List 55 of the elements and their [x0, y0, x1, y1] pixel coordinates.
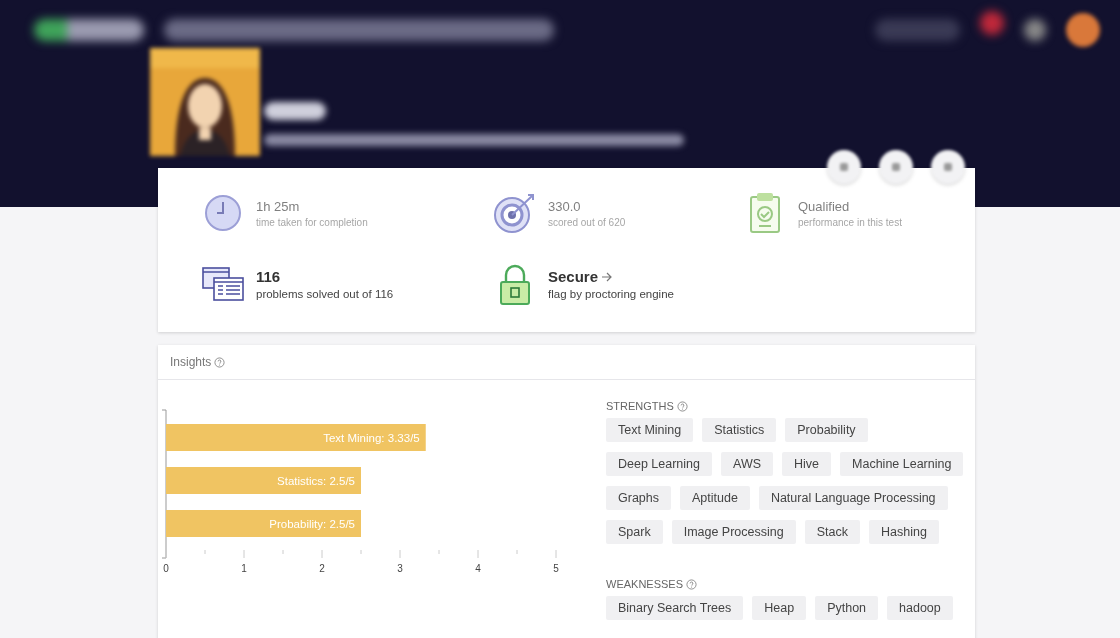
skill-tag: Stack — [804, 520, 860, 544]
help-icon[interactable] — [676, 400, 688, 412]
skill-tag: Aptitude — [680, 486, 750, 510]
stat-caption: flag by proctoring engine — [548, 288, 674, 300]
blurred-avatar — [1066, 13, 1100, 47]
round-button[interactable] — [879, 150, 913, 184]
skill-tag: Heap — [752, 596, 807, 620]
skill-tag: Deep Learning — [606, 452, 712, 476]
skill-tag: Image Processing — [671, 520, 796, 544]
blurred-badge — [980, 11, 1004, 35]
skill-tag: Statistics — [702, 418, 777, 442]
skill-tag: hadoop — [887, 596, 953, 620]
skill-tag: Python — [815, 596, 879, 620]
skill-tag: AWS — [721, 452, 774, 476]
help-icon[interactable] — [686, 578, 698, 590]
stat-caption: performance in this test — [798, 216, 902, 228]
stat-value[interactable]: Secure — [548, 268, 599, 285]
axis-tick-label: 3 — [397, 563, 403, 574]
round-button[interactable] — [827, 150, 861, 184]
stat-value: 116 — [256, 268, 281, 285]
skill-tag: Machine Learning — [840, 452, 964, 476]
section-heading: WEAKNESSES — [606, 578, 684, 590]
skill-tag: Natural Language Processing — [758, 486, 948, 510]
section-heading: STRENGTHS — [606, 400, 674, 412]
skill-tag: Hashing — [869, 520, 939, 544]
axis-tick-label: 5 — [553, 563, 559, 574]
stat-caption: time taken for completion — [256, 216, 368, 228]
stat-caption: scored out of 620 — [548, 216, 626, 228]
axis-tick-label: 4 — [475, 563, 481, 574]
stat-value: 330.0 — [548, 198, 581, 214]
bar-label: Text Mining: 3.33/5 — [323, 432, 420, 444]
lock-icon — [499, 263, 531, 305]
help-icon[interactable] — [214, 356, 226, 368]
axis-tick-label: 0 — [163, 563, 169, 574]
axis-tick-label: 2 — [319, 563, 325, 574]
skill-tag: Hive — [782, 452, 832, 476]
bar-label: Statistics: 2.5/5 — [277, 475, 355, 487]
blurred-icon — [1024, 19, 1046, 41]
skill-tag: Spark — [606, 520, 663, 544]
skill-tag: Binary Search Trees — [606, 596, 744, 620]
skill-tag: Probability — [785, 418, 868, 442]
clipboard-icon — [749, 192, 781, 234]
skill-tag: Graphs — [606, 486, 671, 510]
arrow-icon[interactable] — [601, 271, 614, 282]
card-title: Insights — [170, 355, 212, 369]
axis-tick-label: 1 — [241, 563, 247, 574]
stat-value: 1h 25m — [256, 198, 300, 214]
round-button[interactable] — [931, 150, 965, 184]
blurred-name — [264, 102, 326, 120]
bar-label: Probability: 2.5/5 — [269, 518, 355, 530]
skill-tag: Text Mining — [606, 418, 694, 442]
windows-icon — [202, 267, 244, 301]
stat-value: Qualified — [798, 198, 850, 214]
clock-icon — [203, 193, 243, 233]
stat-caption: problems solved out of 116 — [256, 288, 394, 300]
